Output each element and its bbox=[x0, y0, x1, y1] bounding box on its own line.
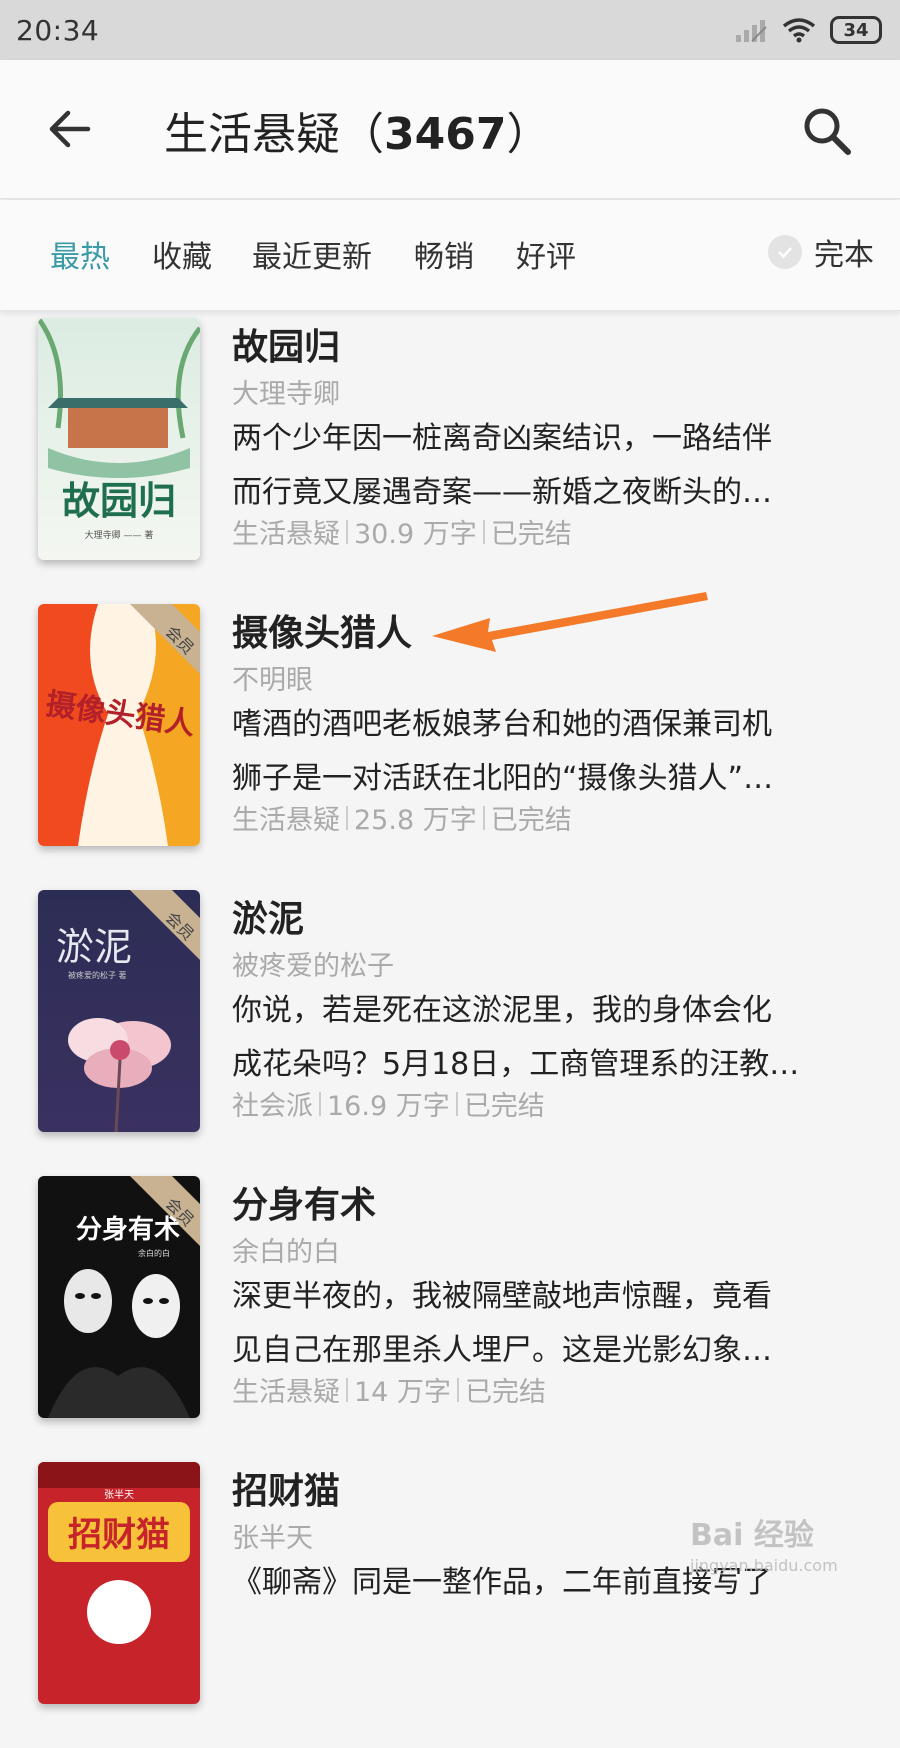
tab-good-reviews[interactable]: 好评 bbox=[516, 232, 576, 276]
complete-label: 完本 bbox=[814, 238, 874, 273]
sort-filter-bar: 最热 收藏 最近更新 畅销 好评 完本 bbox=[0, 200, 900, 311]
watermark-url: jingyan.baidu.com bbox=[690, 1556, 838, 1575]
book-status: 已完结 bbox=[463, 1091, 545, 1122]
cover-title: 招财猫 bbox=[68, 1515, 170, 1555]
book-status: 已完结 bbox=[490, 519, 572, 550]
cover-author: 张半天 bbox=[104, 1488, 134, 1501]
book-item[interactable]: 会员 分身有术 余白的白 分身有术 余白的白 深更半夜的，我被隔壁敲地声惊醒，竟… bbox=[0, 1170, 900, 1462]
title-close-paren: ） bbox=[506, 109, 551, 160]
book-title[interactable]: 故园归 bbox=[232, 318, 340, 370]
book-description: 深更半夜的，我被隔壁敲地声惊醒，竟看 见自己在那里杀人埋尸。这是光影幻象… bbox=[232, 1270, 862, 1378]
book-meta: 社会派 16.9 万字 已完结 bbox=[232, 1084, 545, 1123]
book-description: 嗜酒的酒吧老板娘茅台和她的酒保兼司机 狮子是一对活跃在北阳的“摄像头猎人”… bbox=[232, 698, 862, 806]
book-word-count: 25.8 万字 bbox=[354, 805, 477, 836]
tab-hottest[interactable]: 最热 bbox=[50, 232, 110, 276]
book-title[interactable]: 招财猫 bbox=[232, 1462, 340, 1514]
complete-filter-toggle[interactable]: 完本 bbox=[768, 230, 874, 274]
book-meta: 生活悬疑 14 万字 已完结 bbox=[232, 1370, 546, 1409]
signal-icon bbox=[736, 20, 767, 42]
meta-divider bbox=[482, 805, 485, 830]
search-icon[interactable] bbox=[800, 104, 854, 158]
book-author: 大理寺卿 bbox=[232, 379, 340, 410]
book-author: 被疼爱的松子 bbox=[232, 951, 394, 982]
status-time: 20:34 bbox=[16, 13, 100, 47]
meta-divider bbox=[346, 1377, 348, 1402]
watermark-text: Bai 经验 bbox=[690, 1518, 814, 1553]
status-icons: 34 bbox=[734, 16, 882, 44]
book-author: 不明眼 bbox=[232, 665, 313, 696]
book-description: 两个少年因一桩离奇凶案结识，一路结伴 而行竟又屡遇奇案——新婚之夜断头的… bbox=[232, 412, 862, 520]
book-title[interactable]: 分身有术 bbox=[232, 1176, 376, 1228]
cover-author: 被疼爱的松子 著 bbox=[68, 970, 127, 980]
meta-divider bbox=[482, 519, 485, 544]
book-word-count: 30.9 万字 bbox=[354, 519, 477, 550]
book-description-line: 你说，若是死在这淤泥里，我的身体会化 bbox=[232, 993, 772, 1028]
check-icon bbox=[768, 235, 802, 269]
book-word-count: 14 万字 bbox=[354, 1377, 451, 1408]
meta-divider bbox=[319, 1091, 321, 1116]
book-author: 余白的白 bbox=[232, 1237, 340, 1268]
book-title[interactable]: 摄像头猎人 bbox=[232, 604, 412, 656]
book-item[interactable]: 故园归 大理寺卿 —— 著 故园归 大理寺卿 两个少年因一桩离奇凶案结识，一路结… bbox=[0, 312, 900, 604]
meta-divider bbox=[346, 519, 348, 544]
book-cover[interactable]: 招财猫 张半天 bbox=[38, 1462, 200, 1704]
tab-bestseller[interactable]: 畅销 bbox=[414, 232, 474, 276]
book-category: 生活悬疑 bbox=[232, 1377, 340, 1408]
cover-title: 故园归 bbox=[62, 481, 176, 523]
book-category: 生活悬疑 bbox=[232, 805, 340, 836]
book-author: 张半天 bbox=[232, 1523, 313, 1554]
book-meta: 生活悬疑 30.9 万字 已完结 bbox=[232, 512, 572, 551]
meta-divider bbox=[455, 1091, 458, 1116]
annotation-arrow-icon bbox=[432, 592, 708, 652]
book-meta: 生活悬疑 25.8 万字 已完结 bbox=[232, 798, 572, 837]
cover-title: 分身有术 bbox=[76, 1214, 180, 1245]
category-name: 生活悬疑（ bbox=[164, 109, 384, 160]
book-description-line: 嗜酒的酒吧老板娘茅台和她的酒保兼司机 bbox=[232, 707, 772, 742]
wifi-icon bbox=[782, 18, 816, 43]
book-category: 社会派 bbox=[232, 1091, 313, 1122]
back-arrow-icon[interactable] bbox=[46, 105, 94, 153]
cover-title: 淤泥 bbox=[56, 927, 132, 969]
tab-favorites[interactable]: 收藏 bbox=[152, 232, 212, 276]
watermark-logo: Bai 经验 jingyan.baidu.com bbox=[690, 1510, 838, 1575]
book-description-line: 深更半夜的，我被隔壁敲地声惊醒，竟看 bbox=[232, 1279, 772, 1314]
book-cover[interactable]: 故园归 大理寺卿 —— 著 bbox=[38, 318, 200, 560]
book-cover[interactable]: 会员 分身有术 余白的白 bbox=[38, 1176, 200, 1418]
book-status: 已完结 bbox=[464, 1377, 546, 1408]
book-item[interactable]: 招财猫 张半天 招财猫 张半天 《聊斋》同是一整作品，二年前直接写了 bbox=[0, 1456, 900, 1748]
tab-recent-update[interactable]: 最近更新 bbox=[252, 232, 372, 276]
book-description-line: 两个少年因一桩离奇凶案结识，一路结伴 bbox=[232, 421, 772, 456]
book-status: 已完结 bbox=[490, 805, 572, 836]
book-description: 你说，若是死在这淤泥里，我的身体会化 成花朵吗？5月18日，工商管理系的汪教… bbox=[232, 984, 862, 1092]
cover-author: 大理寺卿 —— 著 bbox=[85, 529, 154, 541]
book-cover[interactable]: 会员 淤泥 被疼爱的松子 著 bbox=[38, 890, 200, 1132]
book-item[interactable]: 会员 淤泥 被疼爱的松子 著 淤泥 被疼爱的松子 你说，若是死在这淤泥里，我的身… bbox=[0, 884, 900, 1176]
book-count: 3467 bbox=[384, 109, 507, 160]
app-bar: 生活悬疑（3467） bbox=[0, 60, 900, 199]
meta-divider bbox=[456, 1377, 459, 1402]
page-title: 生活悬疑（3467） bbox=[164, 98, 550, 162]
status-bar: 20:34 34 bbox=[0, 0, 900, 60]
book-word-count: 16.9 万字 bbox=[327, 1091, 450, 1122]
battery-indicator: 34 bbox=[830, 16, 882, 44]
cover-author: 余白的白 bbox=[138, 1248, 170, 1258]
book-cover[interactable]: 会员 摄像头猎人 bbox=[38, 604, 200, 846]
book-category: 生活悬疑 bbox=[232, 519, 340, 550]
meta-divider bbox=[346, 805, 348, 830]
book-title[interactable]: 淤泥 bbox=[232, 890, 304, 942]
